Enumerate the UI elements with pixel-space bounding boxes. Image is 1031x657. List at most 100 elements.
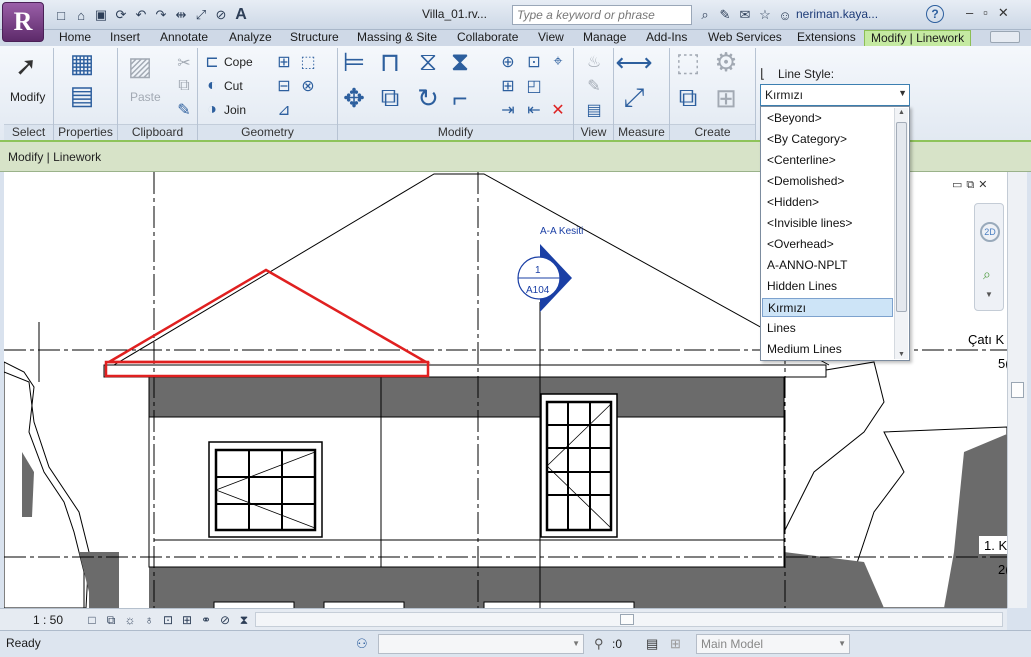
chevron-down-icon[interactable]: ▼ [572, 639, 580, 648]
create-group-icon[interactable]: ⧉ [678, 82, 698, 112]
copy-modify-icon[interactable]: ⧉ [380, 82, 400, 112]
view-window-controls[interactable]: ▭⧉✕ [952, 178, 991, 192]
modify-cursor-icon[interactable]: ➚ [15, 51, 37, 81]
tab-extensions[interactable]: Extensions [797, 30, 856, 46]
cope-icon[interactable]: ⊏ [202, 52, 222, 72]
cut-clipboard-icon[interactable]: ✂ [174, 53, 194, 73]
tab-massing-site[interactable]: Massing & Site [357, 30, 437, 46]
line-style-option[interactable]: Medium Lines [762, 340, 893, 359]
crop-view-icon[interactable]: ⊡ [160, 612, 176, 628]
cut-label[interactable]: Cut [224, 79, 243, 93]
mirror-pick-icon[interactable]: ⧖ [418, 46, 438, 76]
vertical-scrollbar[interactable] [1007, 172, 1027, 608]
vertical-scroll-thumb[interactable] [1011, 382, 1024, 398]
sync-icon[interactable]: ⟳ [112, 6, 130, 24]
steering-wheel-icon[interactable]: 2D [980, 222, 1000, 242]
measure-distance-icon[interactable]: ⟷ [615, 47, 652, 77]
demolish-icon[interactable]: ⊗ [298, 76, 318, 96]
line-style-option[interactable]: <Hidden> [762, 193, 893, 212]
tab-web-services[interactable]: Web Services [708, 30, 782, 46]
analysis-display-icon[interactable]: ⧗ [236, 612, 252, 628]
reveal-hidden-icon[interactable]: ⊘ [217, 612, 233, 628]
workset-combo[interactable]: ▼ [378, 634, 584, 654]
worksets-icon[interactable]: ⚇ [356, 636, 368, 652]
line-style-select[interactable]: Kırmızı ▼ [760, 84, 910, 106]
array-icon[interactable]: ⊞ [498, 76, 518, 96]
join-icon[interactable]: ◑ [202, 100, 222, 120]
panel-label[interactable]: Geometry [198, 124, 337, 140]
trim-extend-icon[interactable]: ⇥ [498, 100, 518, 120]
align-icon[interactable]: ⊨ [343, 47, 366, 77]
favorites-icon[interactable]: ☆ [756, 6, 774, 24]
user-name[interactable]: neriman.kaya... [796, 7, 878, 21]
panel-label[interactable]: Modify [338, 124, 573, 140]
create-similar-icon[interactable]: ⊞ [715, 83, 737, 113]
horizontal-scroll-thumb[interactable] [620, 614, 634, 625]
panel-label[interactable]: Create [670, 124, 755, 140]
mirror-draw-icon[interactable]: ⧗ [450, 46, 470, 76]
communication-icon[interactable]: ✉ [736, 6, 754, 24]
copy-icon[interactable]: ⧉ [174, 76, 194, 96]
hide-bulb-icon[interactable]: ♨ [584, 52, 604, 72]
rotate-icon[interactable]: ↻ [417, 83, 439, 113]
type-properties-icon[interactable]: ▤ [70, 80, 95, 110]
design-options-icon[interactable]: ▤ [646, 636, 658, 652]
line-style-option-selected[interactable]: Kırmızı [762, 298, 893, 317]
modify-button-label[interactable]: Modify [10, 90, 45, 104]
application-menu-button[interactable]: R [2, 2, 44, 42]
scale-icon[interactable]: ◰ [524, 76, 544, 96]
paste-label[interactable]: Paste [130, 90, 161, 104]
split-icon[interactable]: ⊡ [524, 52, 544, 72]
create-assembly-icon[interactable]: ⬚ [676, 47, 701, 77]
scroll-up-icon[interactable]: ▲ [898, 109, 905, 116]
line-style-option[interactable]: <Centerline> [762, 151, 893, 170]
aligned-dimension-icon[interactable]: ⤢ [624, 82, 645, 112]
zoom-icon[interactable]: ⌕ [983, 266, 991, 283]
panel-label[interactable]: Clipboard [118, 124, 197, 140]
view-scale[interactable]: 1 : 50 [33, 613, 63, 627]
scroll-down-icon[interactable]: ▼ [898, 351, 905, 358]
ribbon-minimize-button[interactable] [990, 31, 1020, 43]
create-parts-icon[interactable]: ⚙ [714, 47, 737, 77]
cope-label[interactable]: Cope [224, 55, 253, 69]
tab-manage[interactable]: Manage [583, 30, 626, 46]
visual-style-icon[interactable]: ⧉ [103, 612, 119, 628]
panel-label[interactable]: Measure [614, 124, 669, 140]
tab-modify-linework[interactable]: Modify | Linework [864, 30, 972, 46]
line-style-option[interactable]: <Invisible lines> [762, 214, 893, 233]
line-style-option[interactable]: <Beyond> [762, 109, 893, 128]
chevron-down-icon[interactable]: ▼ [838, 639, 846, 648]
offset-icon[interactable]: ⊓ [380, 47, 400, 77]
join-label[interactable]: Join [224, 103, 246, 117]
tab-structure[interactable]: Structure [290, 30, 339, 46]
save-icon[interactable]: ▣ [92, 6, 110, 24]
split-face-icon[interactable]: ⊞ [274, 52, 294, 72]
window-controls[interactable]: –▫✕ [966, 5, 1019, 21]
tag-icon[interactable]: ⊘ [212, 6, 230, 24]
linework-icon[interactable]: ⊿ [274, 100, 294, 120]
tab-home[interactable]: Home [59, 30, 91, 46]
tab-insert[interactable]: Insert [110, 30, 140, 46]
redo-icon[interactable]: ↷ [152, 6, 170, 24]
line-style-option[interactable]: A-ANNO-NPLT [762, 256, 893, 275]
dropdown-scroll-thumb[interactable] [896, 122, 907, 312]
panel-label[interactable]: Select [4, 124, 53, 140]
unpin-icon[interactable]: ⇤ [524, 100, 544, 120]
design-option-combo[interactable]: Main Model ▼ [696, 634, 850, 654]
sun-path-icon[interactable]: ☼ [122, 612, 138, 628]
view-graphics-icon[interactable]: ▤ [584, 100, 604, 120]
override-icon[interactable]: ✎ [584, 76, 604, 96]
search-input[interactable]: Type a keyword or phrase [512, 5, 692, 25]
subscription-icon[interactable]: ✎ [716, 6, 734, 24]
section-name[interactable]: A-A Kesiti [540, 226, 583, 237]
horizontal-scrollbar[interactable] [255, 612, 1003, 627]
match-properties-icon[interactable]: ✎ [174, 100, 194, 120]
cut-geometry-icon[interactable]: ◐ [202, 76, 222, 96]
pin-icon[interactable]: ⌖ [548, 52, 568, 72]
wall-joins-icon[interactable]: ⊟ [274, 76, 294, 96]
binoculars-icon[interactable]: ⌕ [696, 6, 714, 24]
tab-analyze[interactable]: Analyze [229, 30, 272, 46]
trim-icon[interactable]: ⌐ [450, 83, 470, 113]
tab-add-ins[interactable]: Add-Ins [646, 30, 687, 46]
new-icon[interactable]: □ [52, 6, 70, 24]
